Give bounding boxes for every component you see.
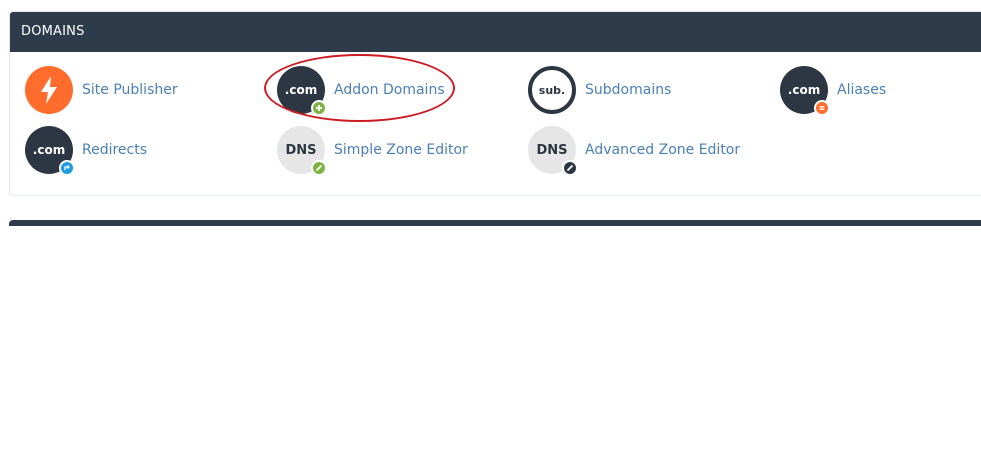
advanced-zone-editor-link[interactable]: DNS Advanced Zone Editor <box>528 126 741 176</box>
item-label: Redirects <box>82 142 148 158</box>
item-label: Simple Zone Editor <box>334 142 468 158</box>
pencil-icon <box>562 160 578 176</box>
simple-zone-editor-link[interactable]: DNS Simple Zone Editor <box>277 126 468 176</box>
item-label: Site Publisher <box>82 82 178 98</box>
sub-icon: sub. <box>528 66 576 114</box>
item-label: Addon Domains <box>334 82 445 98</box>
pencil-icon <box>311 160 327 176</box>
dns-pencil-dark-icon: DNS <box>528 126 578 176</box>
redirect-arrow-icon <box>59 160 75 176</box>
lightning-bolt-icon <box>25 66 73 114</box>
item-label: Advanced Zone Editor <box>585 142 741 158</box>
next-panel-header[interactable] <box>9 220 981 226</box>
redirects-link[interactable]: .com Redirects <box>25 126 148 176</box>
item-label: Subdomains <box>585 82 672 98</box>
panel-header[interactable]: DOMAINS <box>10 12 981 52</box>
subdomains-link[interactable]: sub. Subdomains <box>528 66 671 114</box>
aliases-link[interactable]: .com Aliases <box>780 66 887 116</box>
site-publisher-link[interactable]: Site Publisher <box>25 66 178 114</box>
addon-domains-link[interactable]: .com Addon Domains <box>277 66 445 116</box>
item-label: Aliases <box>837 82 887 98</box>
dotcom-plus-icon: .com <box>277 66 327 116</box>
dns-pencil-icon: DNS <box>277 126 327 176</box>
dotcom-equals-icon: .com <box>780 66 830 116</box>
dotcom-redirect-icon: .com <box>25 126 75 176</box>
equals-icon <box>814 100 830 116</box>
plus-icon <box>311 100 327 116</box>
section-title: DOMAINS <box>21 24 85 39</box>
